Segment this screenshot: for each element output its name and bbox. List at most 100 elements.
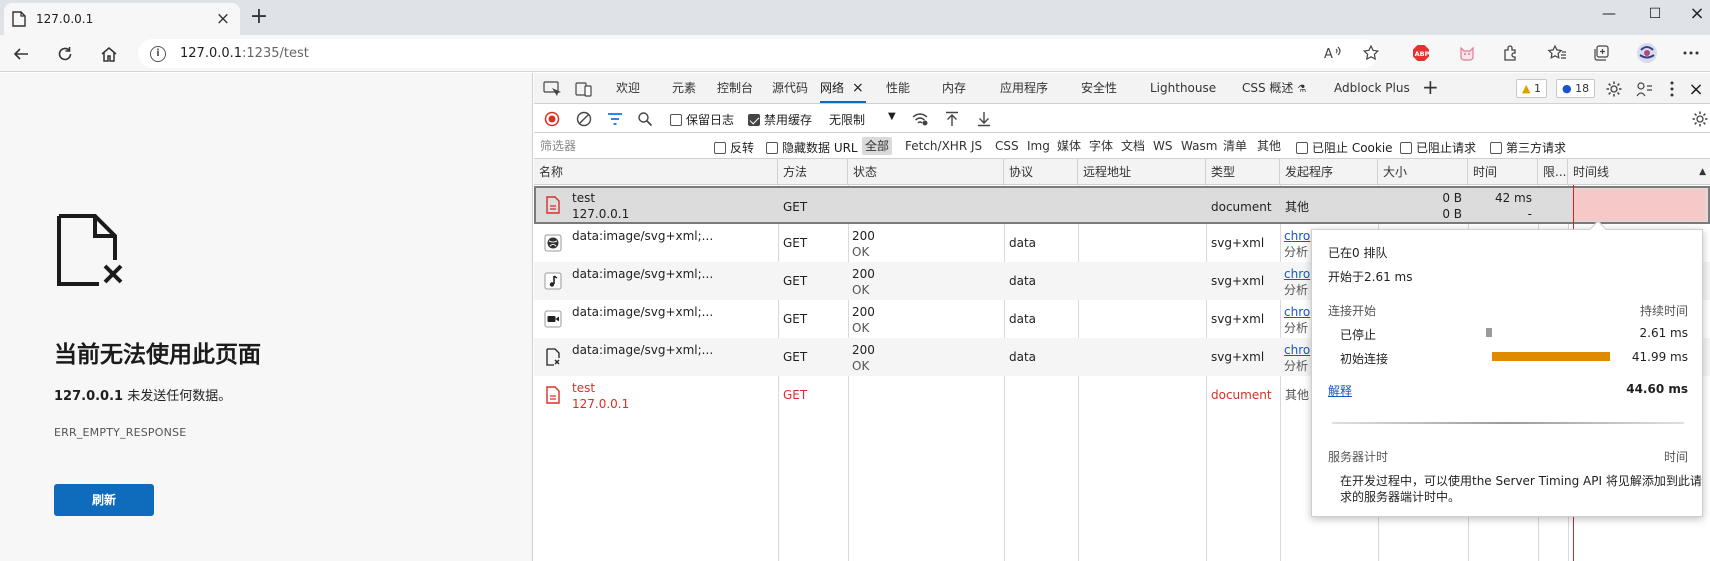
filter-type-doc[interactable]: 文档 (1118, 137, 1148, 155)
filter-type-all[interactable]: 全部 (862, 137, 893, 155)
read-aloud-icon[interactable]: A (1322, 42, 1344, 64)
error-description: 127.0.0.1 未发送任何数据。 (54, 385, 231, 404)
disable-cache-box[interactable] (748, 113, 760, 126)
column-status[interactable]: 状态 (848, 159, 1004, 185)
blocked-requests-box[interactable] (1400, 141, 1412, 154)
tab-elements[interactable]: 元素 (672, 73, 696, 103)
minimize-icon[interactable]: — (1586, 0, 1632, 30)
extensions-icon[interactable] (1500, 42, 1522, 64)
add-favorite-icon[interactable] (1360, 42, 1382, 64)
tab-application[interactable]: 应用程序 (1000, 73, 1048, 103)
filter-type-css[interactable]: CSS (992, 137, 1022, 155)
warnings-badge[interactable]: ▲ 1 (1516, 79, 1547, 98)
filter-type-js[interactable]: JS (968, 137, 985, 155)
site-info-icon[interactable]: i (150, 45, 166, 62)
tab-adblock-plus[interactable]: Adblock Plus (1334, 73, 1410, 103)
tab-welcome[interactable]: 欢迎 (616, 73, 640, 103)
filter-type-media[interactable]: 媒体 (1054, 137, 1084, 155)
column-priority[interactable]: 限... (1538, 159, 1568, 185)
record-icon[interactable] (542, 109, 562, 129)
column-protocol[interactable]: 协议 (1004, 159, 1078, 185)
preserve-log-checkbox[interactable]: 保留日志 (670, 111, 734, 128)
profile-avatar-icon[interactable] (1636, 42, 1658, 64)
hide-data-urls-box[interactable] (766, 141, 778, 154)
timing-explain-link[interactable]: 解释 (1328, 382, 1352, 399)
network-settings-icon[interactable] (1690, 109, 1710, 129)
tab-console[interactable]: 控制台 (717, 73, 753, 103)
home-icon[interactable] (96, 41, 122, 67)
preserve-log-box[interactable] (670, 113, 682, 126)
tab-network[interactable]: 网络 × (820, 73, 866, 103)
filter-type-other[interactable]: 其他 (1254, 137, 1284, 155)
filter-type-manifest[interactable]: 清单 (1220, 137, 1250, 155)
tab-security[interactable]: 安全性 (1081, 73, 1117, 103)
column-initiator[interactable]: 发起程序 (1280, 159, 1378, 185)
throttling-select[interactable]: 无限制 (829, 111, 865, 128)
column-size[interactable]: 大小 (1378, 159, 1468, 185)
blocked-cookies-checkbox[interactable]: 已阻止 Cookie (1296, 139, 1393, 156)
new-tab-icon[interactable]: + (246, 5, 272, 31)
cat-extension-icon[interactable] (1456, 42, 1478, 64)
filter-type-font[interactable]: 字体 (1086, 137, 1116, 155)
reload-button[interactable]: 刷新 (54, 484, 154, 516)
hide-data-urls-checkbox[interactable]: 隐藏数据 URL (766, 139, 858, 156)
invert-box[interactable] (714, 141, 726, 154)
refresh-icon[interactable] (52, 41, 78, 67)
filter-icon[interactable] (605, 109, 625, 129)
tab-performance[interactable]: 性能 (886, 73, 910, 103)
more-menu-icon[interactable] (1680, 42, 1702, 64)
url-input[interactable]: i 127.0.0.1:1235/test (138, 39, 1378, 68)
filter-type-fetch-xhr[interactable]: Fetch/XHR (902, 137, 970, 155)
collections-icon[interactable] (1590, 42, 1612, 64)
messages-badge[interactable]: ● 18 (1556, 79, 1596, 98)
filter-input[interactable]: 筛选器 (536, 136, 696, 156)
column-name[interactable]: 名称 (534, 159, 778, 185)
window-close-icon[interactable]: × (1674, 0, 1710, 30)
browser-tab[interactable]: 127.0.0.1 × (4, 3, 240, 35)
clear-icon[interactable] (574, 109, 594, 129)
import-har-icon[interactable] (942, 109, 962, 129)
back-icon[interactable] (8, 41, 34, 67)
column-type[interactable]: 类型 (1206, 159, 1280, 185)
column-time[interactable]: 时间 (1468, 159, 1538, 185)
server-timing-note: 在开发过程中，可以使用the Server Timing API 将见解添加到此… (1340, 473, 1702, 505)
disable-cache-checkbox[interactable]: 禁用缓存 (748, 111, 812, 128)
blocked-cookies-box[interactable] (1296, 141, 1308, 154)
tab-close-icon[interactable]: × (214, 10, 232, 28)
waterfall-bar[interactable] (1572, 189, 1706, 221)
settings-gear-icon[interactable] (1604, 79, 1624, 99)
tab-network-close-icon[interactable]: × (852, 80, 864, 96)
column-waterfall[interactable]: 时间线 ▲ (1568, 159, 1710, 185)
filter-type-wasm[interactable]: Wasm (1178, 137, 1220, 155)
server-timing-note-line-1: 在开发过程中，可以使用the Server Timing API 将见解添加到此… (1340, 474, 1702, 488)
adblock-plus-icon[interactable]: ABP (1410, 42, 1432, 64)
devtools-close-icon[interactable]: × (1686, 79, 1706, 100)
customize-icon[interactable] (1634, 79, 1654, 99)
tab-memory[interactable]: 内存 (942, 73, 966, 103)
device-emulation-icon[interactable] (574, 79, 594, 99)
export-har-icon[interactable] (974, 109, 994, 129)
tab-sources[interactable]: 源代码 (772, 73, 808, 103)
throttling-dropdown-icon[interactable]: ▼ (888, 111, 896, 122)
tab-lighthouse[interactable]: Lighthouse (1150, 73, 1216, 103)
invert-checkbox[interactable]: 反转 (714, 139, 754, 156)
column-method[interactable]: 方法 (778, 159, 848, 185)
inspect-element-icon[interactable] (542, 79, 562, 99)
third-party-checkbox[interactable]: 第三方请求 (1490, 139, 1566, 156)
timing-stalled-label: 已停止 (1340, 328, 1377, 342)
filter-type-ws[interactable]: WS (1150, 137, 1175, 155)
column-remote-address[interactable]: 远程地址 (1078, 159, 1206, 185)
blocked-requests-checkbox[interactable]: 已阻止请求 (1400, 139, 1476, 156)
maximize-icon[interactable]: ☐ (1632, 0, 1678, 30)
more-options-icon[interactable] (1662, 79, 1682, 99)
third-party-box[interactable] (1490, 141, 1502, 154)
filter-type-img[interactable]: Img (1024, 137, 1053, 155)
more-tabs-plus-icon[interactable]: + (1422, 73, 1439, 103)
favorites-icon[interactable] (1546, 42, 1568, 64)
request-name: data:image/svg+xml;... (572, 229, 714, 243)
network-conditions-icon[interactable] (910, 109, 930, 129)
tab-css-overview[interactable]: CSS 概述 ⚗ (1242, 73, 1306, 103)
request-status-code: 200 (852, 343, 875, 357)
search-icon[interactable] (635, 109, 655, 129)
table-row[interactable]: test 127.0.0.1 GET document 其他 0 B0 B 42 … (534, 186, 1710, 224)
